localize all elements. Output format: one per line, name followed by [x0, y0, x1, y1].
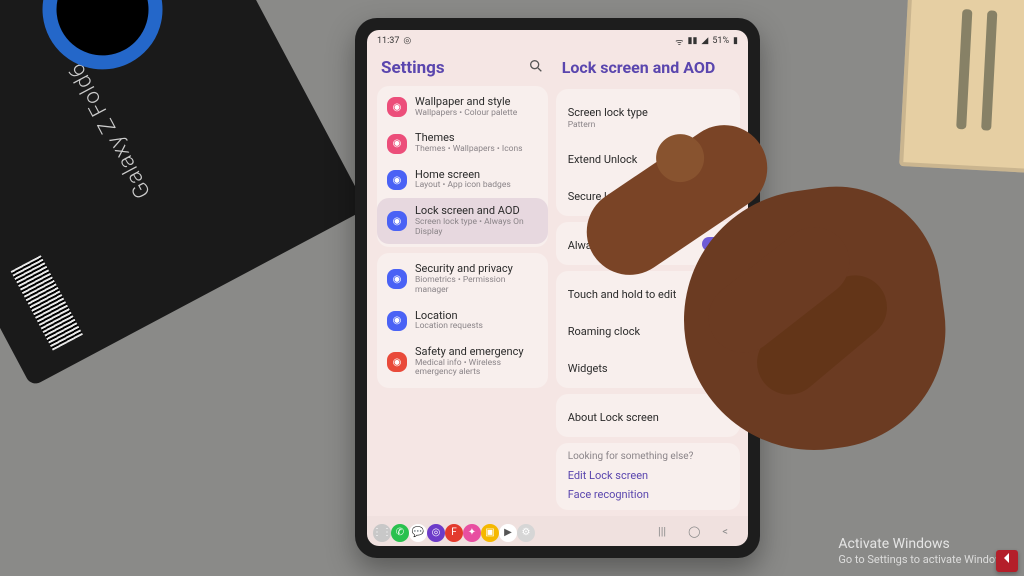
- battery-icon: ▮: [733, 36, 738, 46]
- detail-pane: Lock screen and AOD Screen lock typePatt…: [554, 50, 748, 516]
- detail-row-always-on-display[interactable]: Always On Display: [556, 225, 740, 262]
- signal-icon: ◢: [701, 36, 708, 46]
- messages-icon[interactable]: 💬: [409, 524, 427, 542]
- wifi-icon: ᯤ: [675, 35, 683, 48]
- detail-row-label: Widgets: [568, 362, 608, 375]
- browser-icon[interactable]: ◎: [427, 524, 445, 542]
- settings-row-subtitle: Medical info • Wireless emergency alerts: [415, 359, 538, 379]
- toggle[interactable]: [702, 237, 728, 251]
- settings-row-title: Wallpaper and style: [415, 96, 517, 109]
- settings-row-home-screen[interactable]: ◉Home screenLayout • App icon badges: [377, 162, 548, 198]
- detail-row-label: About Lock screen: [568, 411, 659, 424]
- settings-row-subtitle: Biometrics • Permission manager: [415, 276, 538, 296]
- settings-row-location[interactable]: ◉LocationLocation requests: [377, 303, 548, 339]
- flipboard-icon[interactable]: F: [445, 524, 463, 542]
- settings-row-subtitle: Wallpapers • Colour palette: [415, 109, 517, 119]
- apps-icon[interactable]: ⋮⋮: [373, 524, 391, 542]
- settings-row-safety-and-emergency[interactable]: ◉ Safety and emergencyMedical info • Wire…: [377, 339, 548, 385]
- settings-row-lock-screen-and-aod[interactable]: ◉ Lock screen and AODScreen lock type • A…: [377, 198, 548, 244]
- settings-icon[interactable]: ⚙: [517, 524, 535, 542]
- settings-header: Settings: [377, 50, 548, 80]
- detail-row-label: Secure lock settings: [568, 190, 667, 203]
- detail-row-label: Touch and hold to edit: [568, 288, 677, 301]
- play-store-icon[interactable]: ▶: [499, 524, 517, 542]
- detail-row-touch-and-hold-to-edit[interactable]: Touch and hold to edit: [556, 274, 740, 311]
- home-icon: ◉: [387, 170, 407, 190]
- detail-row-label: Always On Display: [568, 239, 658, 252]
- settings-row-security-and-privacy[interactable]: ◉Security and privacyBiometrics • Permis…: [377, 256, 548, 302]
- settings-row-subtitle: Location requests: [415, 322, 483, 332]
- settings-row-subtitle: Layout • App icon badges: [415, 181, 511, 191]
- battery-text: 51%: [712, 36, 729, 46]
- detail-row-label: Roaming clock: [568, 325, 640, 338]
- detail-row-label: Screen lock type: [568, 106, 648, 119]
- settings-row-subtitle: Themes • Wallpapers • Icons: [415, 145, 523, 155]
- settings-row-themes[interactable]: ◉ThemesThemes • Wallpapers • Icons: [377, 125, 548, 161]
- signal-icon: ▮▮: [688, 36, 698, 46]
- settings-row-wallpaper-and-style[interactable]: ◉ Wallpaper and styleWallpapers • Colour …: [377, 89, 548, 125]
- detail-row-value: Pattern: [568, 120, 648, 130]
- suggestions-heading: Looking for something else?: [568, 451, 728, 462]
- gallery-icon[interactable]: ▣: [481, 524, 499, 542]
- taskbar: ⋮⋮✆💬◎F✦▣▶⚙ ||| ◯ <: [367, 516, 748, 546]
- product-box-camera-ring: [21, 0, 183, 91]
- suggestions-card: Looking for something else? Edit Lock scr…: [556, 443, 740, 510]
- toggle[interactable]: [702, 323, 728, 337]
- product-box: Galaxy Z Fold6: [0, 0, 367, 387]
- detail-row-extend-unlock[interactable]: Extend Unlock: [556, 139, 740, 176]
- toggle[interactable]: [702, 286, 728, 300]
- galaxy-store-icon[interactable]: ✦: [463, 524, 481, 542]
- nav-home[interactable]: ◯: [688, 525, 700, 538]
- nav-back[interactable]: <: [722, 525, 728, 538]
- detail-row-widgets[interactable]: Widgets: [556, 348, 740, 385]
- settings-title: Settings: [381, 58, 445, 78]
- nav-recents[interactable]: |||: [658, 525, 666, 538]
- suggestion-link[interactable]: Edit Lock screen: [568, 466, 728, 485]
- wood-block: [899, 0, 1024, 174]
- product-box-label: Galaxy Z Fold6: [64, 58, 156, 202]
- lock-icon: ◉: [387, 211, 407, 231]
- watermark-subtitle: Go to Settings to activate Windows.: [838, 553, 1012, 566]
- corner-badge-icon: [996, 550, 1018, 572]
- image-icon: ◉: [387, 97, 407, 117]
- phone-icon[interactable]: ✆: [391, 524, 409, 542]
- windows-watermark: Activate Windows Go to Settings to activ…: [838, 536, 1012, 566]
- settings-row-title: Lock screen and AOD: [415, 205, 538, 218]
- watermark-title: Activate Windows: [838, 536, 1012, 553]
- search-button[interactable]: [528, 58, 544, 78]
- palette-icon: ◉: [387, 134, 407, 154]
- settings-pane: Settings ◉ Wallpaper and styleWallpapers …: [367, 50, 554, 516]
- tablet-device: 11:37 ◎ ᯤ ▮▮ ◢ 51% ▮ Settings ◉Wall: [355, 18, 760, 558]
- detail-row-roaming-clock[interactable]: Roaming clock: [556, 311, 740, 348]
- status-notification-icon: ◎: [403, 36, 411, 46]
- settings-row-subtitle: Screen lock type • Always On Display: [415, 218, 538, 238]
- detail-row-label: Extend Unlock: [568, 153, 638, 166]
- screen: 11:37 ◎ ᯤ ▮▮ ◢ 51% ▮ Settings ◉Wall: [367, 30, 748, 546]
- shield-icon: ◉: [387, 269, 407, 289]
- barcode: [11, 255, 83, 350]
- detail-row-screen-lock-type[interactable]: Screen lock typePattern: [556, 92, 740, 139]
- search-icon: [528, 58, 544, 74]
- detail-row-about-lock-screen[interactable]: About Lock screen: [556, 397, 740, 434]
- detail-row-secure-lock-settings[interactable]: Secure lock settings: [556, 176, 740, 213]
- suggestion-link[interactable]: Face recognition: [568, 485, 728, 504]
- status-bar: 11:37 ◎ ᯤ ▮▮ ◢ 51% ▮: [367, 30, 748, 50]
- settings-row-title: Safety and emergency: [415, 346, 538, 359]
- detail-title: Lock screen and AOD: [556, 50, 740, 83]
- location-icon: ◉: [387, 311, 407, 331]
- sos-icon: ◉: [387, 352, 407, 372]
- status-time: 11:37: [377, 36, 399, 46]
